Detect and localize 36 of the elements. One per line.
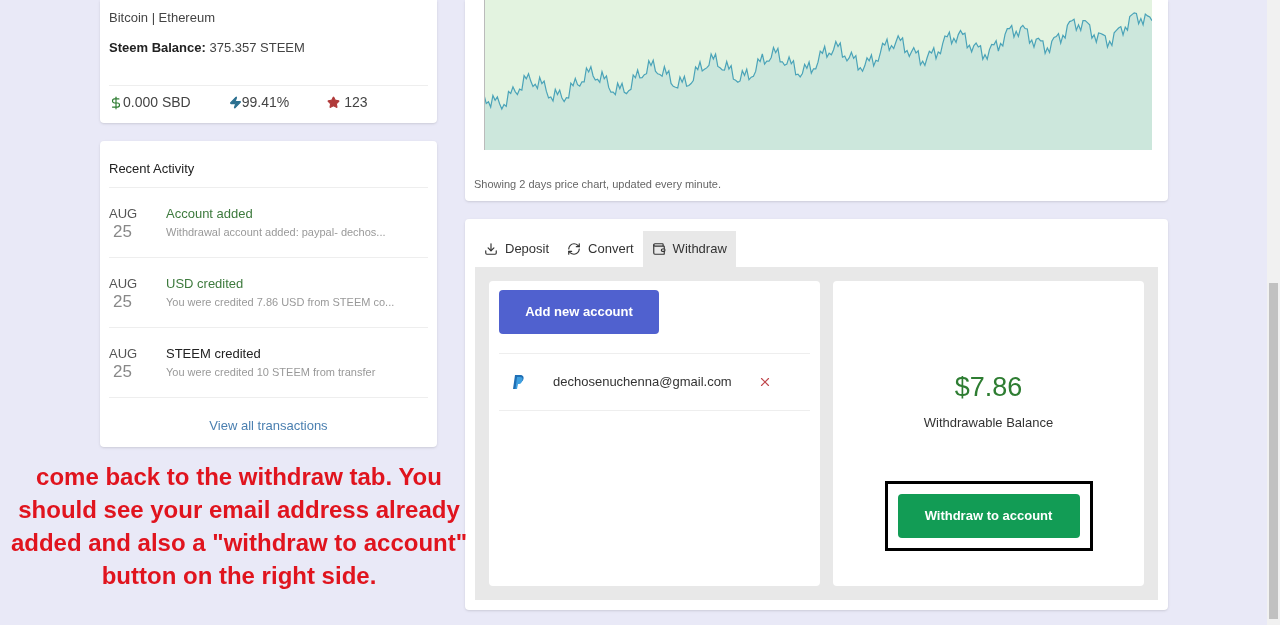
account-email: dechosenuchenna@gmail.com	[553, 372, 732, 391]
download-icon	[484, 241, 498, 256]
activity-detail: You were credited 7.86 USD from STEEM co...	[166, 294, 395, 310]
lightning-icon	[228, 96, 242, 109]
activity-title: STEEM credited	[166, 345, 262, 363]
activity-title: USD credited	[166, 275, 245, 293]
withdrawable-label: Withdrawable Balance	[923, 414, 1054, 432]
date-day: 25	[113, 293, 132, 311]
interests-text: Bitcoin | Ethereum	[109, 9, 216, 27]
withdrawable-amount: $7.86	[954, 370, 1023, 404]
view-transactions-link[interactable]: View all transactions	[209, 415, 328, 435]
dollar-icon	[109, 95, 123, 110]
chart-caption: Showing 2 days price chart, updated every minute.	[474, 177, 723, 192]
add-account-button[interactable]: Add new account	[499, 289, 659, 334]
voting-power: 99.41%	[241, 93, 290, 112]
card-title: Recent Activity	[109, 159, 428, 188]
refresh-icon	[567, 241, 582, 256]
date-month: AUG	[109, 204, 138, 223]
sbd-value: 0.000 SBD	[123, 93, 191, 112]
activity-detail: You were credited 10 STEEM from transfer	[166, 364, 376, 380]
annotation-text: come back to the withdraw tab. You should see your email address already added and also a "withdraw to account" button on the right side.	[9, 462, 469, 591]
wallet-icon	[651, 241, 666, 256]
star-icon	[327, 96, 341, 109]
reputation-value: 123	[344, 93, 368, 112]
date-day: 25	[113, 363, 132, 381]
date-day: 25	[113, 223, 132, 241]
balance-value: 375.357 STEEM	[209, 39, 305, 55]
activity-detail: Withdrawal account added: paypal- dechos...	[166, 224, 386, 240]
balance-label: Steem Balance:	[109, 39, 206, 55]
paypal-icon	[513, 374, 525, 389]
date-month: AUG	[109, 344, 138, 363]
scrollbar[interactable]	[1267, 0, 1280, 625]
activity-title: Account added	[166, 205, 254, 223]
withdraw-button[interactable]: Withdraw to account	[897, 493, 1080, 538]
date-month: AUG	[109, 274, 138, 293]
tab[interactable]: Withdraw	[642, 230, 736, 267]
